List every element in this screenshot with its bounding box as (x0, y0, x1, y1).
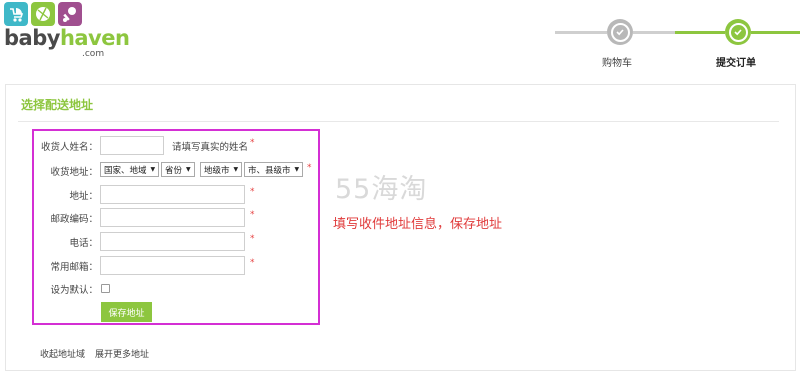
address-label: 地址： (69, 191, 98, 202)
step-submit-marker (725, 19, 751, 45)
phone-input[interactable] (100, 232, 245, 251)
region-label: 收货地址： (50, 167, 98, 178)
step-cart-marker (607, 19, 633, 45)
check-icon (610, 22, 630, 42)
required-mark: * (307, 163, 312, 173)
address-form: 收货人姓名： 请填写真实的姓名 * 收货地址： 国家、地域 ▼ 省份 ▼ 地级市 ▼ … (32, 129, 320, 325)
recipient-name-label: 收货人姓名： (40, 142, 98, 153)
dropdown-arrow-icon: ▼ (294, 166, 300, 173)
progress-line-start (555, 31, 607, 34)
step-submit-label: 提交订单 (716, 58, 756, 69)
check-icon (728, 22, 748, 42)
checkout-progress: 购物车 提交订单 (555, 16, 800, 69)
required-mark: * (250, 210, 255, 220)
required-mark: * (250, 234, 255, 244)
collapse-addresses-link[interactable]: 收起地址域 (40, 347, 85, 360)
save-address-button[interactable]: 保存地址 (101, 302, 152, 322)
phone-label: 电话： (69, 238, 98, 249)
city-select[interactable]: 地级市 ▼ (200, 162, 243, 177)
postcode-label: 邮政编码： (50, 214, 98, 225)
country-select[interactable]: 国家、地域 ▼ (100, 162, 160, 177)
address-input[interactable] (100, 185, 245, 204)
county-select[interactable]: 市、县级市 ▼ (244, 162, 304, 177)
set-default-checkbox[interactable] (101, 284, 110, 293)
step-cart-label: 购物车 (602, 58, 632, 69)
province-select[interactable]: 省份 ▼ (161, 162, 195, 177)
panel-title: 选择配送地址 (21, 98, 94, 112)
annotation-text: 填写收件地址信息，保存地址 (333, 217, 503, 232)
brand-domain: .com (82, 49, 105, 59)
postcode-input[interactable] (100, 208, 245, 227)
progress-line-active (675, 31, 725, 34)
progress-line-end (751, 31, 800, 34)
recipient-name-input[interactable] (100, 136, 164, 155)
recipient-name-hint: 请填写真实的姓名 (172, 142, 249, 153)
required-mark: * (250, 187, 255, 197)
expand-more-addresses-link[interactable]: 展开更多地址 (95, 347, 149, 360)
rattle-icon (58, 2, 82, 26)
watermark: 55海淘 (335, 174, 428, 205)
dropdown-arrow-icon: ▼ (233, 166, 239, 173)
ball-icon (31, 2, 55, 26)
set-default-label: 设为默认： (50, 285, 98, 296)
required-mark: * (250, 138, 255, 148)
dropdown-arrow-icon: ▼ (150, 166, 156, 173)
required-mark: * (250, 258, 255, 268)
email-input[interactable] (100, 256, 245, 275)
stroller-icon (4, 2, 28, 26)
divider (18, 121, 779, 122)
brand-name: babyhaven (4, 26, 130, 50)
dropdown-arrow-icon: ▼ (186, 166, 191, 173)
babyhaven-logo[interactable]: babyhaven .com (4, 2, 130, 60)
email-label: 常用邮箱： (50, 262, 98, 273)
